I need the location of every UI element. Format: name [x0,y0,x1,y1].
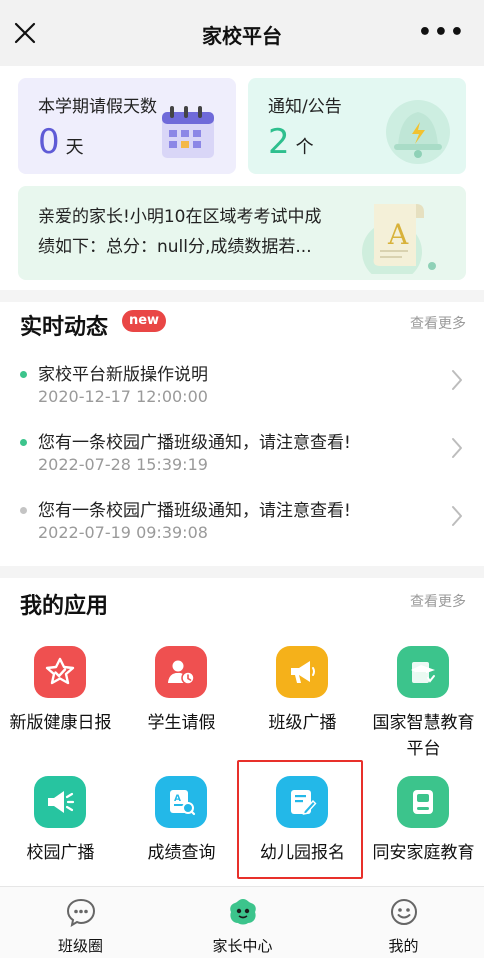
notice-card[interactable]: 通知/公告 2个 [248,78,466,174]
feed-section-title: 实时动态 [20,315,109,340]
more-options-icon[interactable]: ••• [418,20,466,45]
loudspeaker-icon [34,776,86,828]
svg-text:A: A [174,794,181,804]
score-message-card[interactable]: 亲爱的家长!小明10在区域考考试中成 绩如下：总分：null分,成绩数据若...… [18,186,466,280]
top-navbar: 家校平台 ••• [0,0,484,66]
app-label: 校园广播 [26,843,95,863]
notice-unit: 个 [295,137,314,158]
notice-number: 2 [268,122,290,162]
feed-item-time: 2020-12-17 12:00:00 [38,387,208,406]
status-dot [20,507,27,514]
tab-mine[interactable]: 我的 [343,897,464,956]
tab-parent-center[interactable]: 家长中心 [182,897,303,956]
app-item[interactable]: 同安家庭教育 [363,776,484,886]
document-a-icon: A [346,194,446,280]
chat-bubble-icon [20,897,141,931]
app-label: 新版健康日报 [9,713,112,733]
leave-days-card[interactable]: 本学期请假天数 0天 [18,78,236,174]
apps-section-title: 我的应用 [20,594,109,619]
feed-item-title: 您有一条校园广播班级通知，请注意查看! [38,501,351,521]
app-label: 学生请假 [147,713,216,733]
status-dot [20,371,27,378]
status-dot [20,439,27,446]
app-label: 班级广播 [268,713,337,733]
person-clock-icon [155,646,207,698]
app-item[interactable]: 学生请假 [121,646,242,776]
page-title: 家校平台 [202,24,282,48]
graduation-cap-icon [397,646,449,698]
app-item[interactable]: A 成绩查询 [121,776,242,886]
parent-mascot-icon [182,897,303,931]
leave-days-unit: 天 [65,137,84,158]
feed-item[interactable]: 您有一条校园广播班级通知，请注意查看! 2022-07-19 09:39:08 [0,488,484,554]
chevron-right-icon [450,504,464,532]
svg-text:A: A [387,218,409,251]
smiley-icon [343,897,464,931]
score-message-line2: 绩如下：总分：null分,成绩数据若... [38,237,312,257]
app-item[interactable]: 班级广播 [242,646,363,776]
tab-class-circle[interactable]: 班级圈 [20,897,141,956]
notice-label: 通知/公告 [268,97,342,117]
calendar-icon [152,106,224,168]
feed-item[interactable]: 您有一条校园广播班级通知，请注意查看! 2022-07-28 15:39:19 [0,420,484,486]
tab-label: 班级圈 [57,937,103,955]
feed-item-title: 家校平台新版操作说明 [38,365,208,385]
app-label: 国家智慧教育 平台 [372,713,475,759]
notice-value: 2个 [268,122,314,168]
megaphone-icon [276,646,328,698]
app-label: 成绩查询 [147,843,216,863]
chevron-right-icon [450,436,464,464]
bottom-tabbar: 班级圈 家长中心 我的 [0,886,484,958]
section-divider [0,290,484,302]
leave-days-label: 本学期请假天数 [38,97,157,117]
tab-label: 我的 [388,937,419,955]
new-badge: new [122,310,166,332]
feed-item-title: 您有一条校园广播班级通知，请注意查看! [38,433,351,453]
star-check-icon [34,646,86,698]
feed-item[interactable]: 家校平台新版操作说明 2020-12-17 12:00:00 [0,352,484,418]
app-item[interactable]: 校园广播 [0,776,121,886]
section-divider [0,566,484,578]
score-message: 亲爱的家长!小明10在区域考考试中成 绩如下：总分：null分,成绩数据若... [38,202,368,262]
app-label: 同安家庭教育 [372,843,475,863]
bell-icon [374,94,454,168]
feed-item-time: 2022-07-19 09:39:08 [38,523,208,542]
feed-item-time: 2022-07-28 15:39:19 [38,455,208,474]
chevron-right-icon [450,368,464,396]
leave-days-number: 0 [38,122,60,162]
feed-see-more-link[interactable]: 查看更多 [410,313,466,333]
app-item[interactable]: 国家智慧教育 平台 [363,646,484,776]
tab-label: 家长中心 [212,937,273,955]
leave-days-value: 0天 [38,122,84,168]
score-message-line1: 亲爱的家长!小明10在区域考考试中成 [38,207,322,227]
app-item[interactable]: 新版健康日报 [0,646,121,776]
book-icon [397,776,449,828]
selection-highlight [237,760,363,879]
apps-see-more-link[interactable]: 查看更多 [410,591,466,611]
score-search-icon: A [155,776,207,828]
